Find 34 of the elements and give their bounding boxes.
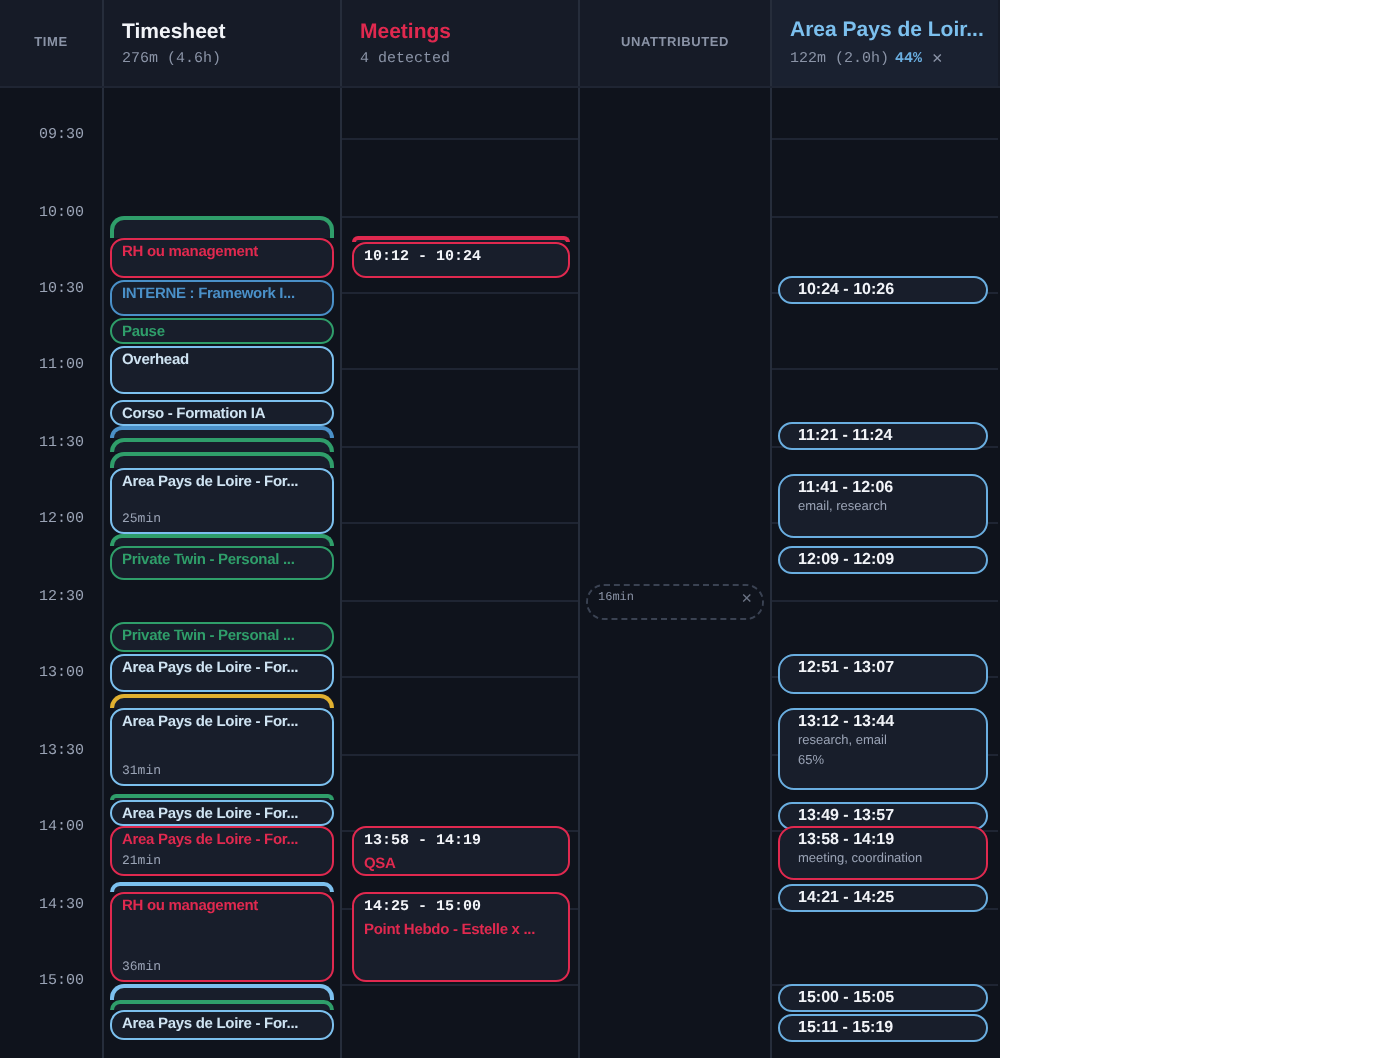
activity-time: 14:21 - 14:25 [798,886,897,909]
activity-card[interactable]: 12:09 - 12:09 [778,546,988,574]
activity-time: 11:21 - 11:24 [798,424,895,447]
column-title: Meetings [360,19,454,43]
event-card[interactable] [110,1000,334,1010]
event-card[interactable] [110,216,334,238]
event-card[interactable] [110,984,334,1000]
activity-card[interactable]: 15:00 - 15:05 [778,984,988,1013]
activity-card[interactable]: 14:21 - 14:25 [778,884,988,913]
event-card[interactable] [110,882,334,892]
event-card[interactable] [110,534,334,546]
event-card[interactable] [110,452,334,468]
activity-time: 15:11 - 15:19 [798,1015,896,1038]
meeting-card[interactable] [352,236,570,242]
close-button[interactable]: × [741,590,752,608]
activity-time: 12:51 - 13:07 [798,655,897,678]
activity-time: 13:49 - 13:57 [798,804,897,827]
activity-time: 13:12 - 13:44 [798,709,897,732]
activity-time: 10:24 - 10:26 [798,278,897,301]
activity-card[interactable]: 10:24 - 10:26 [778,276,988,305]
column-title: Area Pays de Loir... [790,18,986,42]
close-button[interactable]: × [928,50,947,68]
event-card[interactable] [110,794,334,800]
activity-time: 12:09 - 12:09 [798,548,897,570]
activity-card[interactable]: 15:11 - 15:19 [778,1013,988,1042]
event-card[interactable] [110,694,334,708]
activity-card[interactable]: 12:51 - 13:07 [778,653,988,695]
activity-card[interactable]: 11:21 - 11:24 [778,422,988,451]
event-card[interactable] [110,426,334,438]
activity-time: 13:58 - 14:19 [798,827,897,850]
column-title: Timesheet [122,19,228,43]
event-card[interactable] [110,438,334,452]
activity-time: 15:00 - 15:05 [798,986,897,1009]
activity-time: 11:41 - 12:06 [798,476,896,499]
